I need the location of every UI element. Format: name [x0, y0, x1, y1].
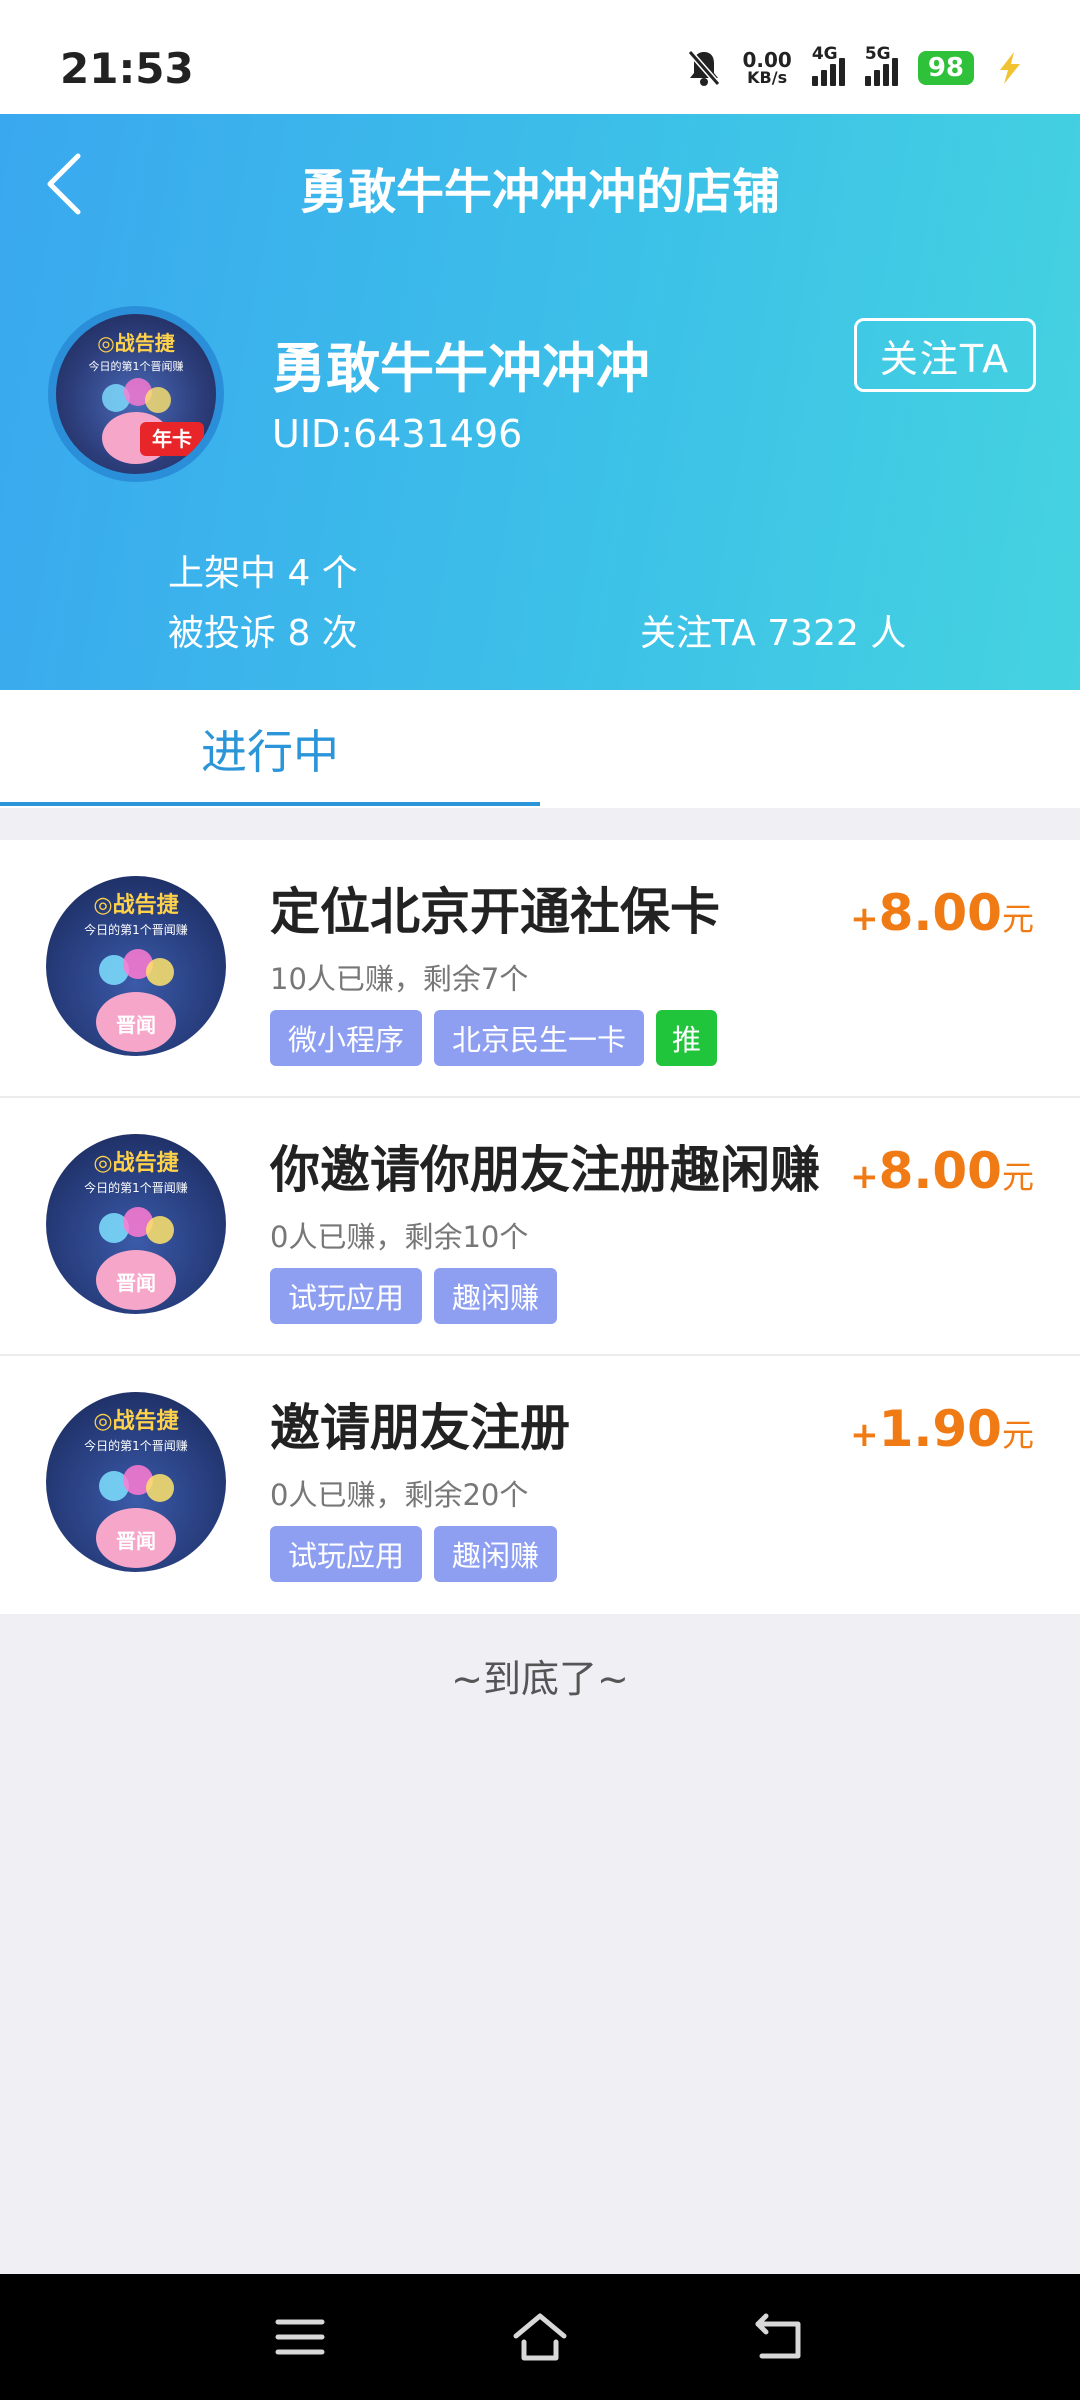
tab-indicator [0, 802, 540, 806]
reward-unit: 元 [1001, 1158, 1034, 1196]
task-reward: + 8.00 元 [850, 1142, 1034, 1200]
recommended-badge: 推 [656, 1010, 718, 1066]
task-progress: 0人已赚，剩余10个 [270, 1220, 529, 1254]
end-of-list-text: ~到底了~ [451, 1657, 629, 1701]
task-tag: 趣闲赚 [434, 1268, 558, 1324]
task-title: 你邀请你朋友注册趣闲赚 [270, 1141, 820, 1199]
task-title: 定位北京开通社保卡 [270, 883, 720, 941]
tab-in-progress[interactable]: 进行中 [0, 690, 540, 808]
svg-text:晋闻: 晋闻 [116, 1529, 156, 1553]
task-tag: 趣闲赚 [434, 1526, 558, 1582]
task-progress: 0人已赚，剩余20个 [270, 1478, 529, 1512]
network-speed: 0.00 KB/s [742, 50, 791, 86]
svg-text:◎战告捷: ◎战告捷 [93, 1409, 179, 1434]
reward-amount: 8.00 [878, 1142, 1002, 1200]
reward-unit: 元 [1001, 900, 1034, 938]
svg-text:◎战告捷: ◎战告捷 [93, 1151, 179, 1176]
shop-avatar: ◎战告捷 今日的第1个晋闻赚 年卡 [48, 306, 224, 482]
task-tag: 北京民生一卡 [434, 1010, 645, 1066]
task-reward: + 8.00 元 [850, 884, 1034, 942]
signal-5g-icon: 5G [864, 44, 898, 86]
reward-plus: + [850, 899, 879, 939]
task-reward: + 1.90 元 [850, 1400, 1034, 1458]
svg-text:今日的第1个晋闻赚: 今日的第1个晋闻赚 [84, 922, 188, 937]
status-time: 21:53 [60, 44, 194, 93]
svg-text:今日的第1个晋闻赚: 今日的第1个晋闻赚 [84, 1180, 188, 1195]
complaint-count: 被投诉 8 次 [168, 613, 358, 654]
svg-text:年卡: 年卡 [152, 427, 192, 451]
network-speed-unit: KB/s [747, 68, 788, 87]
task-item[interactable]: ◎战告捷 今日的第1个晋闻赚 晋闻 你邀请你朋友注册趣闲赚 0人已赚，剩余10个… [0, 1098, 1080, 1356]
signal-5g-label: 5G [864, 44, 891, 64]
shop-header: 勇敢牛牛冲冲冲的店铺 ◎战告捷 今日的第1个晋闻赚 年卡 勇敢牛牛冲冲冲 UID… [0, 114, 1080, 690]
signal-4g-icon: 4G [811, 44, 845, 86]
reward-unit: 元 [1001, 1416, 1034, 1454]
svg-text:◎战告捷: ◎战告捷 [97, 331, 175, 355]
svg-text:今日的第1个晋闻赚: 今日的第1个晋闻赚 [84, 1438, 188, 1453]
listed-count: 上架中 4 个 [168, 553, 358, 594]
reward-amount: 1.90 [878, 1400, 1002, 1458]
battery-indicator: 98 [917, 51, 974, 85]
follower-count: 关注TA 7322 人 [640, 613, 907, 654]
signal-4g-label: 4G [811, 44, 838, 64]
home-icon [513, 2313, 567, 2361]
task-tag: 微小程序 [270, 1010, 423, 1066]
tab-bar: 进行中 [0, 690, 1080, 808]
menu-button[interactable] [272, 2312, 328, 2362]
task-thumbnail: ◎战告捷 今日的第1个晋闻赚 晋闻 [46, 1134, 226, 1314]
status-icons: 0.00 KB/s 4G 5G 98 [686, 44, 1024, 90]
reward-amount: 8.00 [878, 884, 1002, 942]
shop-name: 勇敢牛牛冲冲冲 [272, 337, 650, 400]
task-item[interactable]: ◎战告捷 今日的第1个晋闻赚 晋闻 邀请朋友注册 0人已赚，剩余20个 试玩应用… [0, 1356, 1080, 1614]
shop-uid: UID:6431496 [272, 412, 523, 456]
home-button[interactable] [512, 2312, 568, 2362]
reward-plus: + [850, 1157, 879, 1197]
task-item[interactable]: ◎战告捷 今日的第1个晋闻赚 晋闻 定位北京开通社保卡 10人已赚，剩余7个 微… [0, 840, 1080, 1098]
task-tag: 试玩应用 [270, 1268, 423, 1324]
svg-text:晋闻: 晋闻 [116, 1271, 156, 1295]
back-arrow-icon [755, 2313, 801, 2359]
task-thumbnail: ◎战告捷 今日的第1个晋闻赚 晋闻 [46, 1392, 226, 1572]
task-list: ◎战告捷 今日的第1个晋闻赚 晋闻 定位北京开通社保卡 10人已赚，剩余7个 微… [0, 840, 1080, 1614]
task-tags: 试玩应用 趣闲赚 [270, 1268, 558, 1324]
svg-text:◎战告捷: ◎战告捷 [93, 893, 179, 918]
mute-bell-icon [688, 50, 721, 86]
system-nav-bar [0, 2274, 1080, 2400]
status-bar: 21:53 0.00 KB/s 4G 5G 98 [0, 0, 1080, 114]
avatar-artwork: ◎战告捷 今日的第1个晋闻赚 年卡 [89, 331, 204, 464]
network-speed-value: 0.00 [742, 48, 792, 72]
task-thumbnail: ◎战告捷 今日的第1个晋闻赚 晋闻 [46, 876, 226, 1056]
reward-plus: + [850, 1415, 879, 1455]
task-title: 邀请朋友注册 [270, 1399, 570, 1457]
task-tags: 微小程序 北京民生一卡 推 [270, 1010, 718, 1066]
task-tags: 试玩应用 趣闲赚 [270, 1526, 558, 1582]
page-title: 勇敢牛牛冲冲冲的店铺 [299, 164, 780, 220]
task-tag: 试玩应用 [270, 1526, 423, 1582]
svg-text:今日的第1个晋闻赚: 今日的第1个晋闻赚 [89, 359, 184, 373]
back-nav-button[interactable] [752, 2312, 808, 2362]
charging-bolt-icon [1000, 52, 1020, 84]
svg-text:晋闻: 晋闻 [116, 1013, 156, 1037]
menu-icon [275, 2319, 325, 2355]
follow-button[interactable]: 关注TA [854, 318, 1036, 392]
task-progress: 10人已赚，剩余7个 [270, 962, 529, 996]
